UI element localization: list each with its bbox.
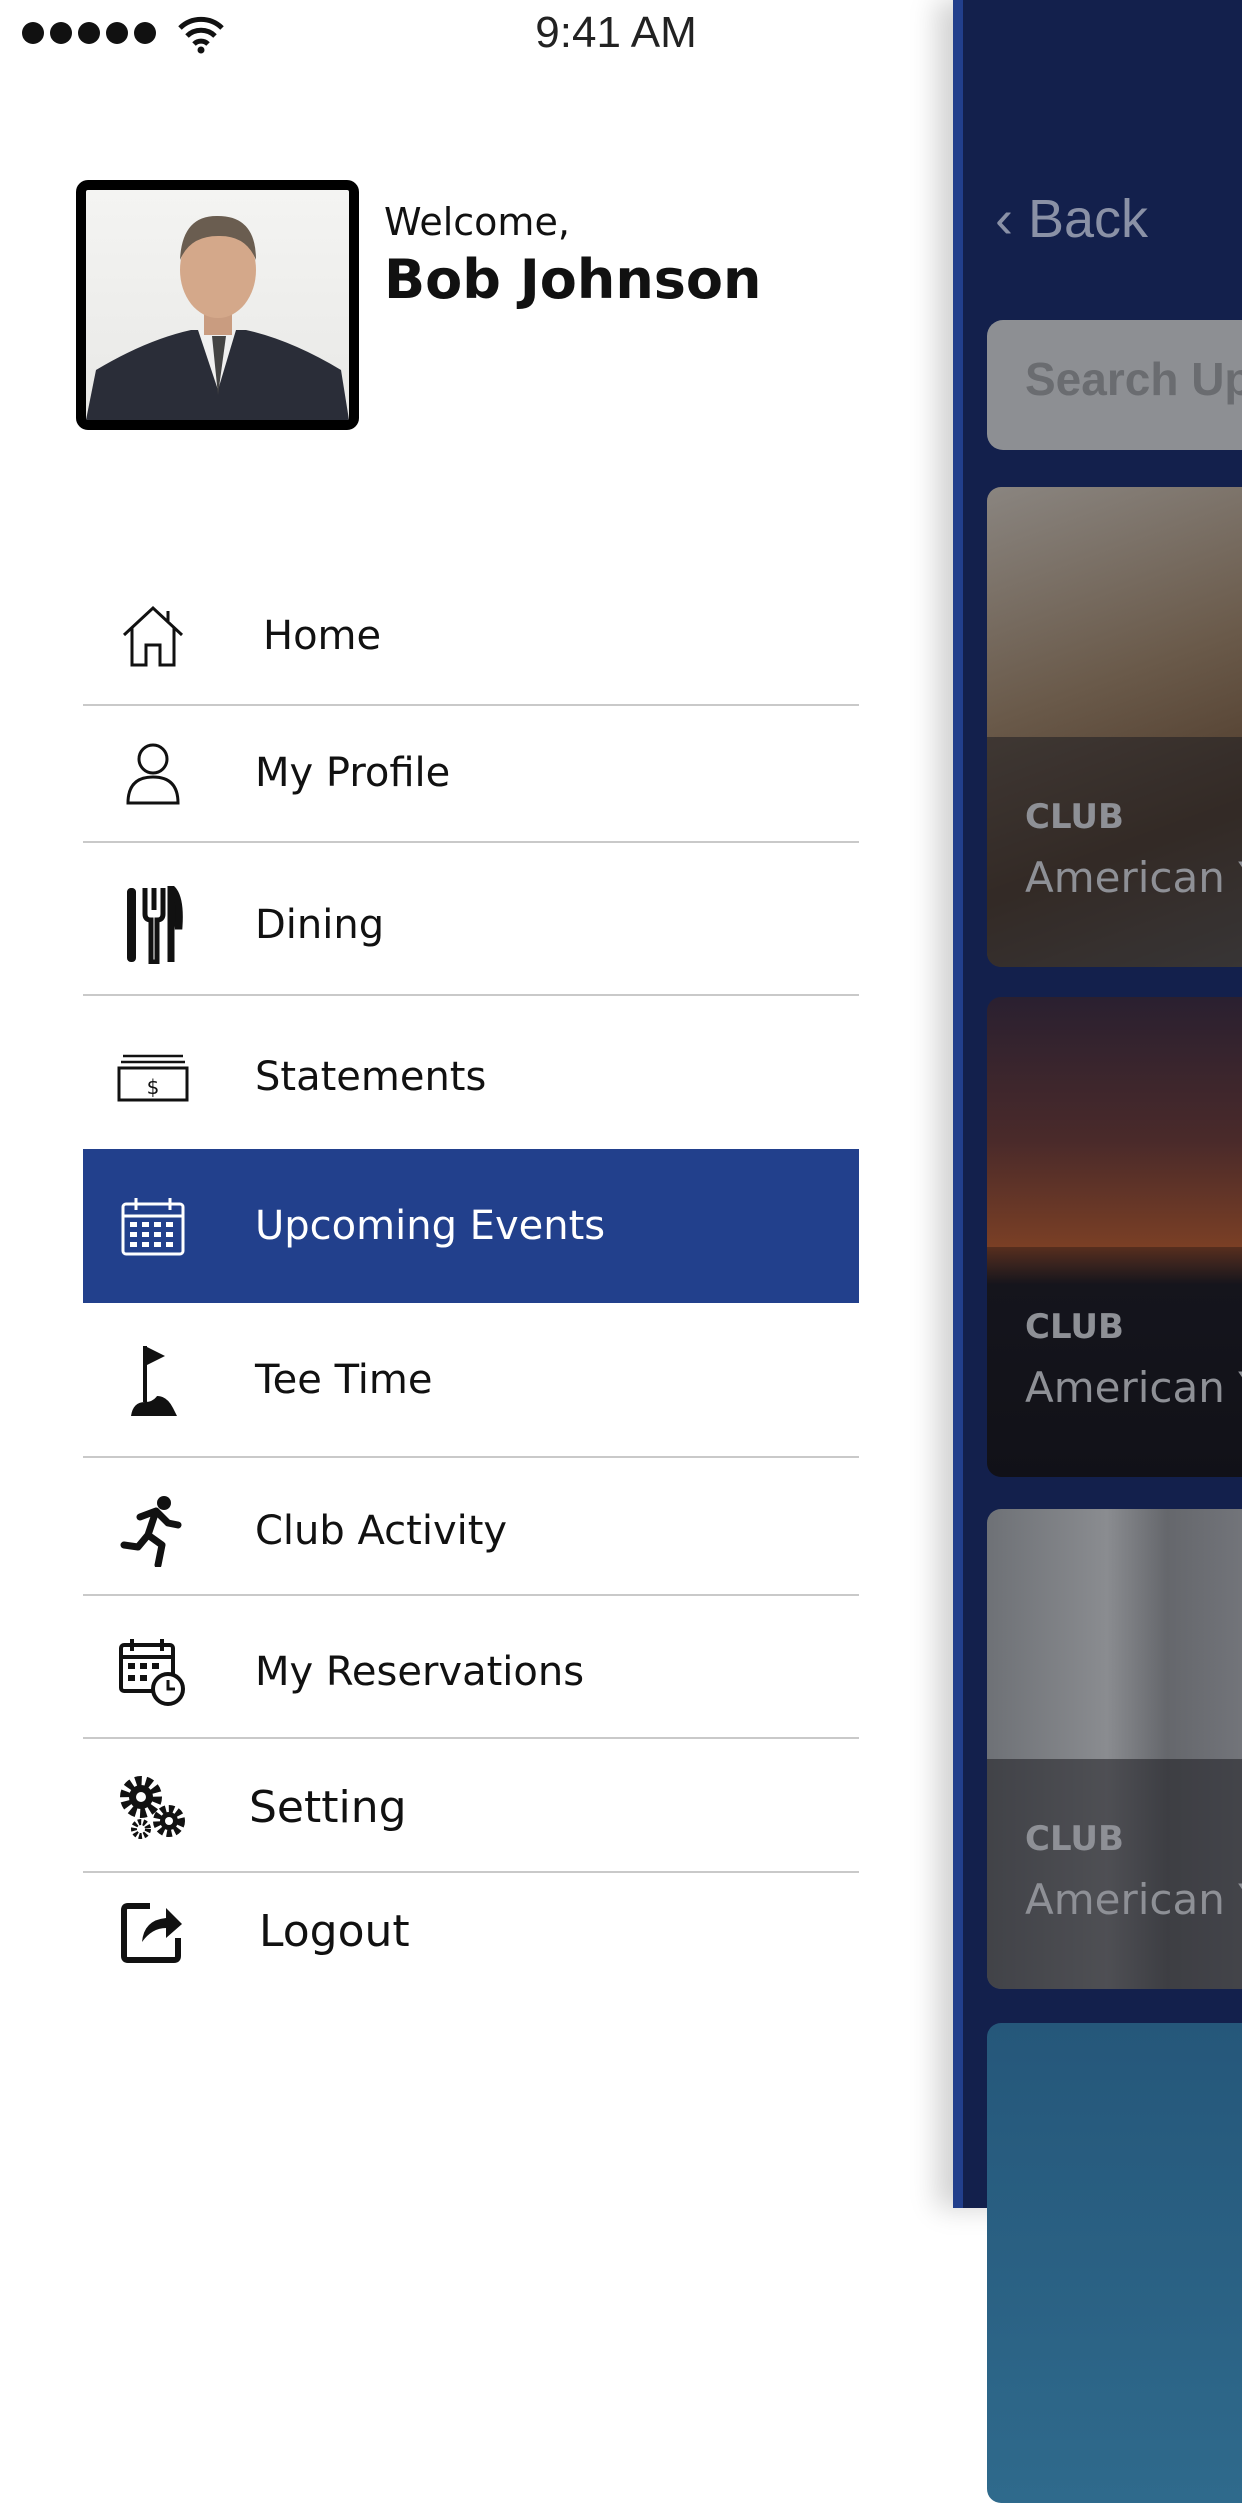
menu-item-upcoming-events[interactable]: Upcoming Events (83, 1149, 859, 1303)
running-icon (103, 1495, 203, 1567)
event-card[interactable] (987, 2023, 1242, 2503)
bill-icon: $ (103, 1052, 203, 1102)
menu-item-home[interactable]: Home (83, 600, 859, 672)
menu-item-dining[interactable]: Dining (83, 885, 859, 965)
logout-icon (103, 1898, 203, 1964)
divider (83, 1737, 859, 1739)
divider (83, 1594, 859, 1596)
search-input[interactable]: Search Up (987, 320, 1242, 450)
menu-item-club-activity[interactable]: Club Activity (83, 1491, 859, 1571)
gears-icon (103, 1771, 203, 1843)
user-name: Bob Johnson (384, 248, 762, 311)
divider (83, 1871, 859, 1873)
user-photo (86, 215, 349, 420)
menu-item-statements[interactable]: $ Statements (83, 1041, 859, 1113)
user-icon (103, 741, 203, 805)
divider (83, 841, 859, 843)
utensils-icon (103, 886, 203, 964)
event-card[interactable]: CLUB American Y (987, 487, 1242, 967)
event-card[interactable]: CLUB American Y (987, 1509, 1242, 1989)
chevron-left-icon: ‹ (995, 189, 1013, 249)
home-icon (103, 603, 203, 669)
calendar-icon (103, 1196, 203, 1256)
avatar[interactable] (76, 180, 359, 430)
event-card[interactable]: CLUB American Y (987, 997, 1242, 1477)
menu-item-tee-time[interactable]: Tee Time (83, 1340, 859, 1420)
menu-item-setting[interactable]: Setting (83, 1767, 859, 1847)
upcoming-events-screen-behind[interactable]: ‹ Back Search Up CLUB American Y CLUB Am… (953, 0, 1242, 2503)
golf-flag-icon (103, 1342, 203, 1418)
divider (83, 704, 859, 706)
back-button[interactable]: ‹ Back (995, 188, 1148, 250)
menu-item-my-profile[interactable]: My Profile (83, 737, 859, 809)
divider (83, 994, 859, 996)
menu-item-my-reservations[interactable]: My Reservations (83, 1632, 859, 1712)
welcome-label: Welcome, (384, 200, 570, 244)
calendar-clock-icon (103, 1637, 203, 1707)
menu-item-logout[interactable]: Logout (83, 1891, 859, 1971)
svg-text:$: $ (147, 1075, 160, 1099)
divider (83, 1456, 859, 1458)
